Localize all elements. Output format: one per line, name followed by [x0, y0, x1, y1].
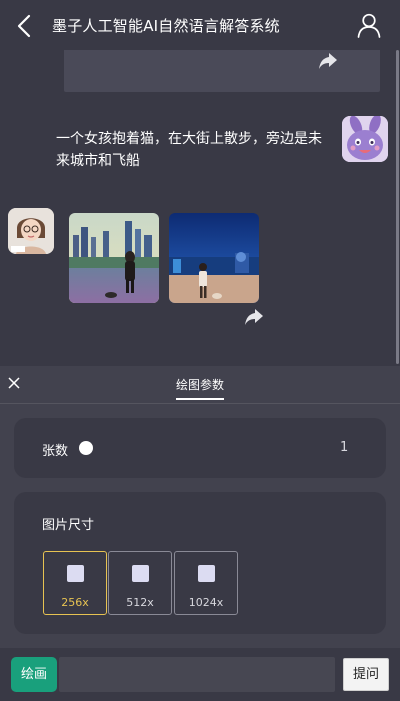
- header-bar: 墨子人工智能AI自然语言解答系统: [0, 0, 400, 50]
- sheet-header: 绘图参数: [0, 366, 400, 404]
- share-arrow-icon: [319, 53, 337, 69]
- generated-image-1[interactable]: [69, 213, 159, 303]
- image-size-card: 图片尺寸 256x 512x 1024x: [14, 492, 386, 634]
- ask-button[interactable]: 提问: [343, 658, 389, 691]
- input-bar: 绘画 提问: [0, 648, 400, 701]
- chat-area: 一个女孩抱着猫，在大街上散步，旁边是未来城市和飞船: [0, 50, 400, 366]
- bot-avatar: [8, 208, 54, 254]
- size-option-512[interactable]: 512x: [108, 551, 172, 615]
- size-square-icon: [67, 565, 84, 582]
- slider-knob[interactable]: [79, 441, 93, 455]
- share-button[interactable]: [244, 308, 264, 326]
- image-size-label: 图片尺寸: [42, 518, 95, 533]
- generated-image-city-street-girl-dog: [69, 213, 159, 303]
- image-count-label: 张数: [42, 444, 69, 459]
- cartoon-rabbit-avatar: [342, 116, 388, 162]
- size-option-label: 1024x: [188, 596, 224, 609]
- girl-with-glasses-avatar: [8, 208, 54, 254]
- drawing-params-sheet: 绘图参数 张数 1 图片尺寸 256x 512x 1024x: [0, 366, 400, 648]
- share-button[interactable]: [318, 52, 338, 70]
- previous-message-bubble: [64, 50, 380, 92]
- chevron-left-icon: [17, 14, 31, 38]
- generated-image-night-city-girl-dog: [169, 213, 259, 303]
- draw-button[interactable]: 绘画: [11, 657, 57, 692]
- tab-drawing-params[interactable]: 绘图参数: [0, 376, 400, 393]
- image-count-card: 张数 1: [14, 418, 386, 478]
- user-icon: [357, 13, 381, 38]
- size-option-label: 256x: [61, 596, 89, 609]
- generated-image-2[interactable]: [169, 213, 259, 303]
- page-title: 墨子人工智能AI自然语言解答系统: [52, 17, 280, 35]
- size-square-icon: [132, 565, 149, 582]
- size-option-256[interactable]: 256x: [43, 551, 107, 615]
- chat-scrollbar[interactable]: [396, 50, 399, 364]
- user-button[interactable]: [356, 12, 382, 38]
- size-option-1024[interactable]: 1024x: [174, 551, 238, 615]
- size-option-label: 512x: [126, 596, 154, 609]
- user-message-text: 一个女孩抱着猫，在大街上散步，旁边是未来城市和飞船: [56, 131, 322, 169]
- image-count-value: 1: [340, 440, 349, 455]
- image-count-slider[interactable]: [78, 438, 338, 458]
- back-button[interactable]: [14, 12, 36, 40]
- prompt-input[interactable]: [59, 657, 335, 692]
- active-tab-underline: [176, 398, 224, 400]
- size-square-icon: [198, 565, 215, 582]
- share-arrow-icon: [245, 309, 263, 325]
- user-avatar: [342, 116, 388, 162]
